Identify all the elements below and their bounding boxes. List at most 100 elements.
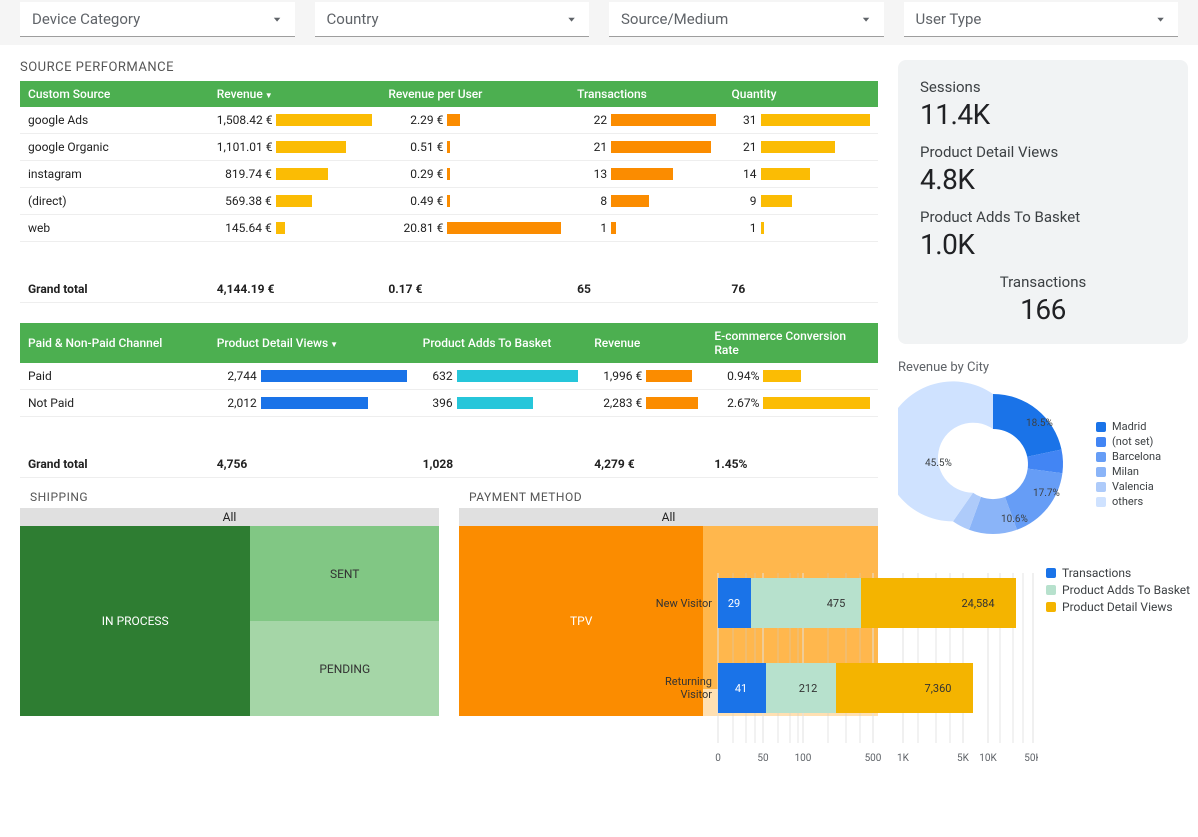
filter-label: Device Category — [32, 10, 140, 28]
treemap-cell-pending[interactable]: PENDING — [250, 621, 439, 716]
bar-cell: 20.81 € — [388, 221, 561, 235]
donut-title: Revenue by City — [898, 360, 1188, 375]
revenue-by-city-chart[interactable]: Revenue by City 18.5% 17.7% 10.6% — [898, 360, 1188, 549]
svg-text:24,584: 24,584 — [961, 597, 994, 610]
table-row[interactable]: web 145.64 € 20.81 € 1 1 — [20, 215, 878, 242]
bar-cell: 2.67% — [714, 396, 870, 410]
donut-svg: 18.5% 17.7% 10.6% 45.5% — [898, 379, 1088, 549]
treemap-all-label: All — [20, 508, 439, 526]
treemap-title: SHIPPING — [30, 490, 439, 504]
bar-cell: 145.64 € — [217, 221, 373, 235]
svg-text:1K: 1K — [897, 753, 910, 764]
visitor-legend: Transactions Product Adds To Basket Prod… — [1046, 563, 1190, 773]
bar-cell: 2,744 — [217, 369, 407, 383]
table-row[interactable]: instagram819.74 €0.29 €1314 — [20, 161, 878, 188]
visitor-bars-svg: 29 475 24,584 New Visitor 41 212 7,360 R… — [638, 563, 1038, 773]
bar-cell: 1 — [577, 221, 715, 235]
bar-cell: 31 — [732, 113, 870, 127]
visitor-type-chart[interactable]: 29 475 24,584 New Visitor 41 212 7,360 R… — [638, 563, 1198, 773]
svg-text:17.7%: 17.7% — [1033, 488, 1060, 499]
sort-desc-icon: ▼ — [265, 91, 273, 100]
filter-device-category[interactable]: Device Category ▼ — [20, 2, 295, 37]
bar-cell: 0.51 € — [388, 140, 561, 154]
bar-cell: 569.38 € — [217, 194, 373, 208]
sort-desc-icon: ▼ — [330, 340, 338, 349]
filter-user-type[interactable]: User Type ▼ — [904, 2, 1179, 37]
svg-text:7,360: 7,360 — [925, 682, 952, 695]
bar-cell: 2,283 € — [594, 396, 698, 410]
filter-source-medium[interactable]: Source/Medium ▼ — [609, 2, 884, 37]
bar-cell: 396 — [423, 396, 579, 410]
table-row[interactable]: google Ads1,508.42 €2.29 €2231 — [20, 107, 878, 134]
donut-legend: Madrid (not set) Barcelona Milan Valenci… — [1096, 418, 1161, 510]
col-quantity[interactable]: Quantity — [724, 81, 878, 107]
bar-cell: 13 — [577, 167, 715, 181]
kpi-pab-label: Product Adds To Basket — [920, 208, 1166, 226]
chevron-down-icon: ▼ — [861, 15, 872, 23]
kpi-tx-label: Transactions — [920, 273, 1166, 291]
treemap-title: PAYMENT METHOD — [469, 490, 878, 504]
bar-cell: 1,996 € — [594, 369, 698, 383]
col-custom-source[interactable]: Custom Source — [20, 81, 209, 107]
grand-total-row: Grand total 4,144.19 € 0.17 € 65 76 — [20, 242, 878, 303]
svg-text:100: 100 — [795, 753, 812, 764]
kpi-card: Sessions 11.4K Product Detail Views 4.8K… — [898, 60, 1188, 344]
bar-cell: 2,012 — [217, 396, 407, 410]
svg-text:500: 500 — [865, 753, 882, 764]
source-name: web — [20, 215, 209, 242]
col-pab[interactable]: Product Adds To Basket — [415, 323, 587, 363]
col-revenue[interactable]: Revenue▼ — [209, 81, 381, 107]
channel-performance-table: Paid & Non-Paid Channel Product Detail V… — [20, 323, 878, 478]
col-channel[interactable]: Paid & Non-Paid Channel — [20, 323, 209, 363]
svg-text:10.6%: 10.6% — [1001, 514, 1028, 525]
grand-total-row: Grand total 4,756 1,028 4,279 € 1.45% — [20, 417, 878, 478]
kpi-pdv-label: Product Detail Views — [920, 143, 1166, 161]
svg-text:45.5%: 45.5% — [925, 458, 952, 469]
svg-text:Visitor: Visitor — [680, 688, 712, 701]
col-pdv[interactable]: Product Detail Views▼ — [209, 323, 415, 363]
table-row[interactable]: Paid2,7446321,996 €0.94% — [20, 363, 878, 390]
source-performance-table: Custom Source Revenue▼ Revenue per User … — [20, 81, 878, 303]
bar-cell: 1,101.01 € — [217, 140, 373, 154]
treemap-cell-sent[interactable]: SENT — [250, 526, 439, 621]
chevron-down-icon: ▼ — [272, 15, 283, 23]
bar-cell: 1,508.42 € — [217, 113, 373, 127]
bar-cell: 8 — [577, 194, 715, 208]
table-row[interactable]: google Organic1,101.01 €0.51 €2121 — [20, 134, 878, 161]
bar-cell: 21 — [732, 140, 870, 154]
kpi-pdv-value: 4.8K — [920, 163, 1166, 196]
source-name: google Organic — [20, 134, 209, 161]
table-row[interactable]: Not Paid 2,012 396 2,283 € 2.67% — [20, 390, 878, 417]
bar-cell: 0.29 € — [388, 167, 561, 181]
filter-label: User Type — [916, 10, 982, 28]
kpi-sessions-label: Sessions — [920, 78, 1166, 96]
treemap-cell-in-process[interactable]: IN PROCESS — [20, 526, 250, 716]
bar-cell: 1 — [732, 221, 870, 235]
filter-label: Source/Medium — [621, 10, 728, 28]
bar-cell: 0.94% — [714, 369, 870, 383]
source-name: (direct) — [20, 188, 209, 215]
col-revenue-per-user[interactable]: Revenue per User — [380, 81, 569, 107]
section-title-source-performance: SOURCE PERFORMANCE — [20, 60, 878, 75]
shipping-treemap[interactable]: SHIPPING All IN PROCESS SENT PENDING — [20, 490, 439, 716]
svg-text:Returning: Returning — [665, 675, 712, 688]
bar-cell: 9 — [732, 194, 870, 208]
svg-text:41: 41 — [735, 682, 747, 695]
table-row[interactable]: (direct)569.38 €0.49 €89 — [20, 188, 878, 215]
filter-row: Device Category ▼ Country ▼ Source/Mediu… — [0, 0, 1198, 45]
col-conversion-rate[interactable]: E-commerce Conversion Rate — [706, 323, 878, 363]
bar-cell: 819.74 € — [217, 167, 373, 181]
col-revenue[interactable]: Revenue — [586, 323, 706, 363]
filter-country[interactable]: Country ▼ — [315, 2, 590, 37]
col-transactions[interactable]: Transactions — [569, 81, 723, 107]
svg-text:29: 29 — [728, 597, 740, 610]
svg-text:5K: 5K — [957, 753, 970, 764]
source-name: google Ads — [20, 107, 209, 134]
channel-name: Not Paid — [20, 390, 209, 417]
svg-text:0: 0 — [715, 753, 721, 764]
svg-text:10K: 10K — [979, 753, 997, 764]
kpi-tx-value: 166 — [920, 293, 1166, 326]
bar-cell: 22 — [577, 113, 715, 127]
svg-text:475: 475 — [827, 597, 846, 610]
chevron-down-icon: ▼ — [566, 15, 577, 23]
